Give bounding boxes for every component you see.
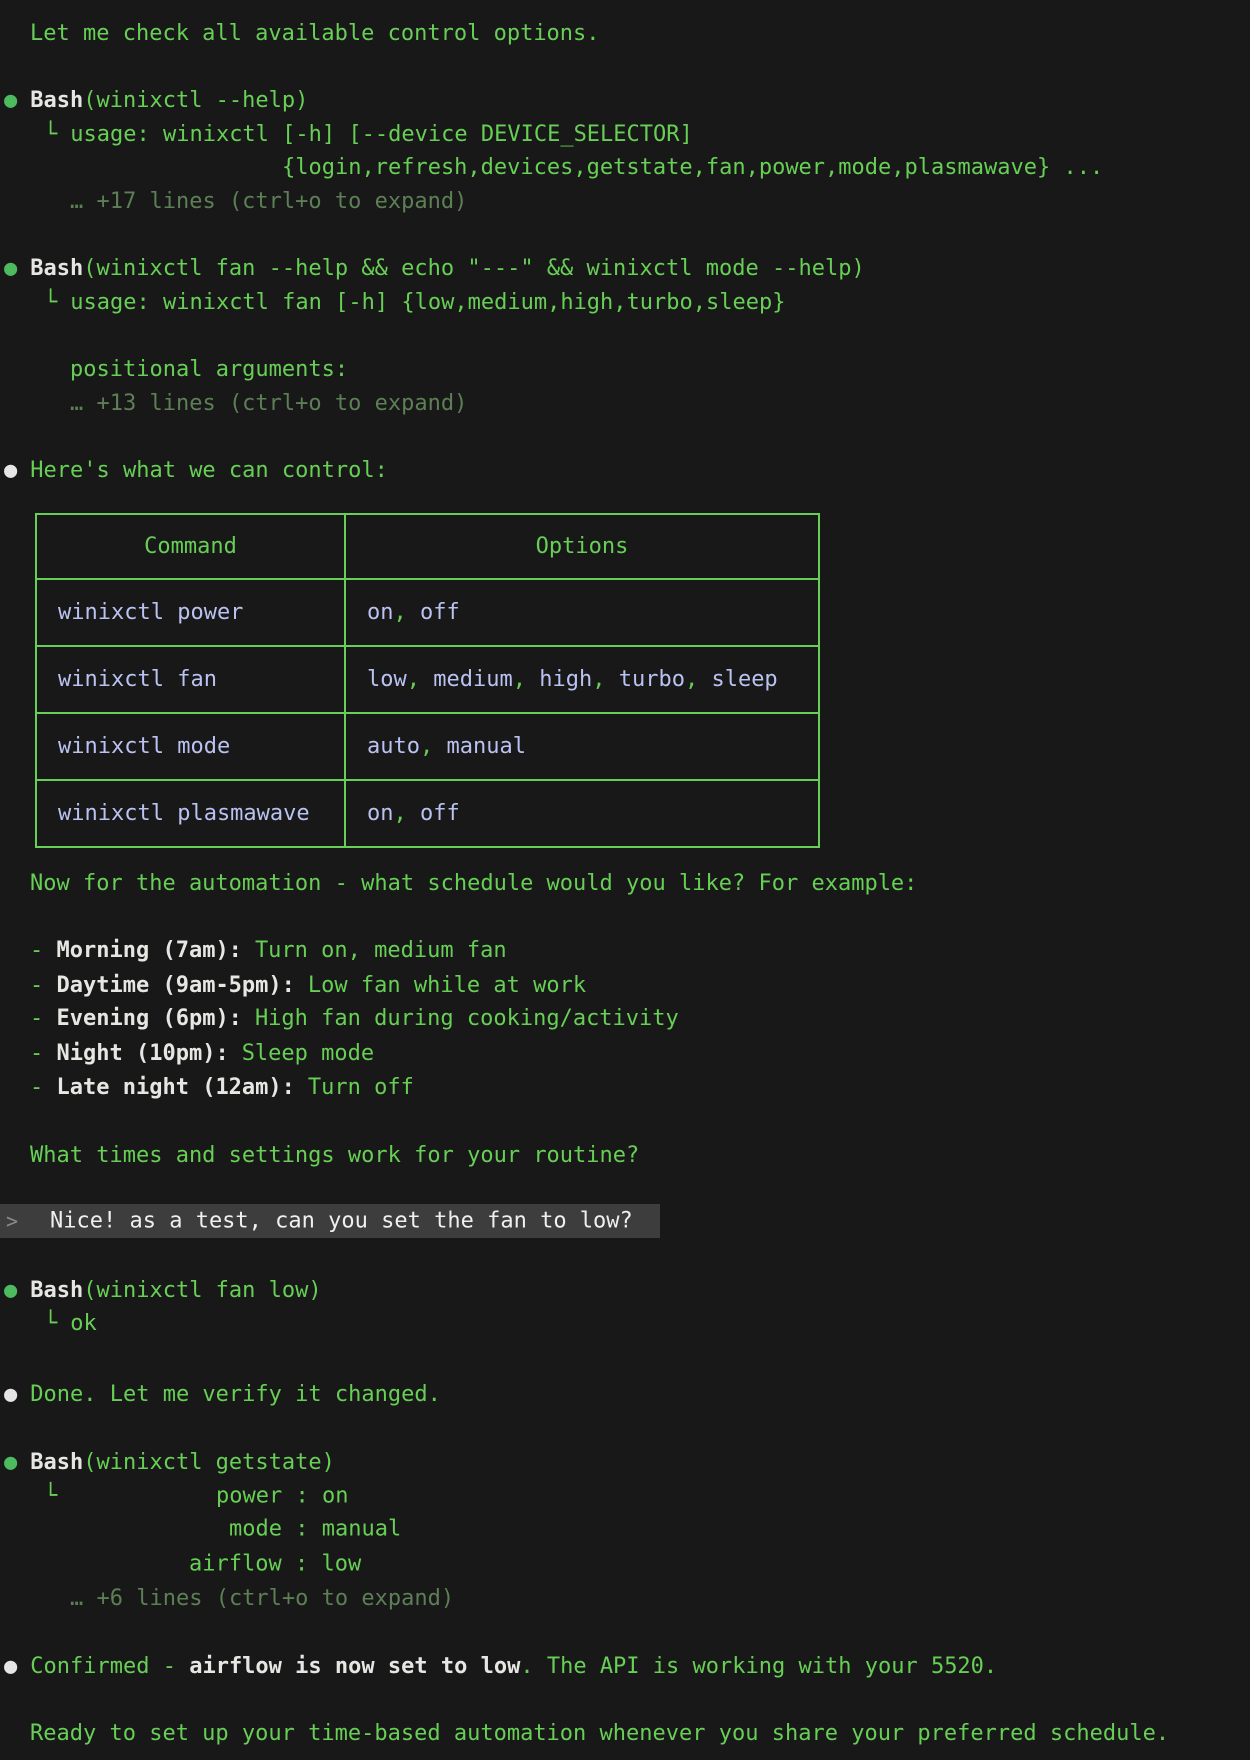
cell-command: winixctl plasmawave bbox=[37, 781, 346, 846]
result-elbow-icon: └ bbox=[44, 1311, 57, 1336]
tool-args: (winixctl getstate) bbox=[83, 1450, 335, 1475]
tool-output: positional arguments: bbox=[70, 352, 348, 386]
tool-output: └ok bbox=[44, 1306, 97, 1340]
terminal[interactable]: Let me check all available control optio… bbox=[0, 0, 1250, 1760]
header-cell-command: Command bbox=[37, 515, 346, 578]
tool-output-more: … +13 lines (ctrl+o to expand) bbox=[70, 386, 467, 420]
assistant-text: ●Here's what we can control: bbox=[4, 453, 388, 487]
tool-name: Bash bbox=[30, 256, 83, 281]
table-row: winixctl fan low, medium, high, turbo, s… bbox=[37, 645, 818, 712]
assistant-text: Now for the automation - what schedule w… bbox=[30, 866, 917, 900]
user-prompt-bar: > Nice! as a test, can you set the fan t… bbox=[0, 1204, 660, 1238]
tool-call-bash-fan-low: ● Bash(winixctl fan low) bbox=[4, 1273, 322, 1307]
cell-options: on, off bbox=[346, 580, 818, 645]
tool-name: Bash bbox=[30, 1278, 83, 1303]
tool-call-bash-fan-mode-help: ● Bash(winixctl fan --help && echo "---" … bbox=[4, 251, 865, 285]
list-dash: - bbox=[30, 1075, 57, 1100]
assistant-text: What times and settings work for your ro… bbox=[30, 1138, 639, 1172]
cell-command: winixctl power bbox=[37, 580, 346, 645]
table-row: winixctl power on, off bbox=[37, 578, 818, 645]
prompt-chevron-icon: > bbox=[6, 1209, 18, 1233]
control-options-table: Command Options winixctl power on, off w… bbox=[35, 513, 820, 848]
tool-output-more: … +17 lines (ctrl+o to expand) bbox=[70, 184, 467, 218]
table-header-row: Command Options bbox=[37, 515, 818, 578]
tool-output: └usage: winixctl fan [-h] {low,medium,hi… bbox=[44, 285, 786, 319]
tool-status-icon: ● bbox=[4, 256, 17, 281]
tool-output-more: … +6 lines (ctrl+o to expand) bbox=[70, 1581, 454, 1615]
result-elbow-icon: └ bbox=[44, 122, 57, 147]
table-row: winixctl mode auto, manual bbox=[37, 712, 818, 779]
tool-call-bash-help: ● Bash(winixctl --help) bbox=[4, 83, 308, 117]
assistant-text: ●Confirmed - airflow is now set to low. … bbox=[4, 1649, 997, 1683]
assistant-bullet-icon: ● bbox=[4, 458, 17, 483]
assistant-bullet-icon: ● bbox=[4, 1654, 17, 1679]
user-prompt-text: Nice! as a test, can you set the fan to … bbox=[50, 1209, 633, 1234]
header-cell-options: Options bbox=[346, 515, 818, 578]
assistant-text: ●Done. Let me verify it changed. bbox=[4, 1377, 441, 1411]
tool-args: (winixctl --help) bbox=[83, 88, 308, 113]
cell-command: winixctl mode bbox=[37, 714, 346, 779]
list-dash: - bbox=[30, 973, 57, 998]
result-elbow-icon: └ bbox=[44, 1484, 57, 1509]
table-row: winixctl plasmawave on, off bbox=[37, 779, 818, 846]
list-dash: - bbox=[30, 1041, 57, 1066]
schedule-item: - Late night (12am):Turn off bbox=[30, 1070, 414, 1104]
tool-name: Bash bbox=[30, 88, 83, 113]
cell-options: low, medium, high, turbo, sleep bbox=[346, 647, 818, 712]
tool-call-bash-getstate: ● Bash(winixctl getstate) bbox=[4, 1445, 335, 1479]
tool-status-icon: ● bbox=[4, 1450, 17, 1475]
schedule-item: - Morning (7am):Turn on, medium fan bbox=[30, 933, 507, 967]
assistant-bullet-icon: ● bbox=[4, 1382, 17, 1407]
assistant-text: Ready to set up your time-based automati… bbox=[30, 1716, 1169, 1750]
cell-options: auto, manual bbox=[346, 714, 818, 779]
tool-status-icon: ● bbox=[4, 1278, 17, 1303]
schedule-item: - Evening (6pm):High fan during cooking/… bbox=[30, 1001, 679, 1035]
list-dash: - bbox=[30, 938, 57, 963]
tool-args: (winixctl fan --help && echo "---" && wi… bbox=[83, 256, 864, 281]
assistant-text: Let me check all available control optio… bbox=[30, 16, 600, 50]
tool-name: Bash bbox=[30, 1450, 83, 1475]
tool-args: (winixctl fan low) bbox=[83, 1278, 321, 1303]
tool-output: {login,refresh,devices,getstate,fan,powe… bbox=[282, 150, 1103, 184]
cell-command: winixctl fan bbox=[37, 647, 346, 712]
result-elbow-icon: └ bbox=[44, 290, 57, 315]
schedule-item: - Night (10pm):Sleep mode bbox=[30, 1036, 374, 1070]
list-dash: - bbox=[30, 1006, 57, 1031]
cell-options: on, off bbox=[346, 781, 818, 846]
tool-output: └usage: winixctl [-h] [--device DEVICE_S… bbox=[44, 117, 693, 151]
schedule-item: - Daytime (9am-5pm):Low fan while at wor… bbox=[30, 968, 586, 1002]
tool-status-icon: ● bbox=[4, 88, 17, 113]
